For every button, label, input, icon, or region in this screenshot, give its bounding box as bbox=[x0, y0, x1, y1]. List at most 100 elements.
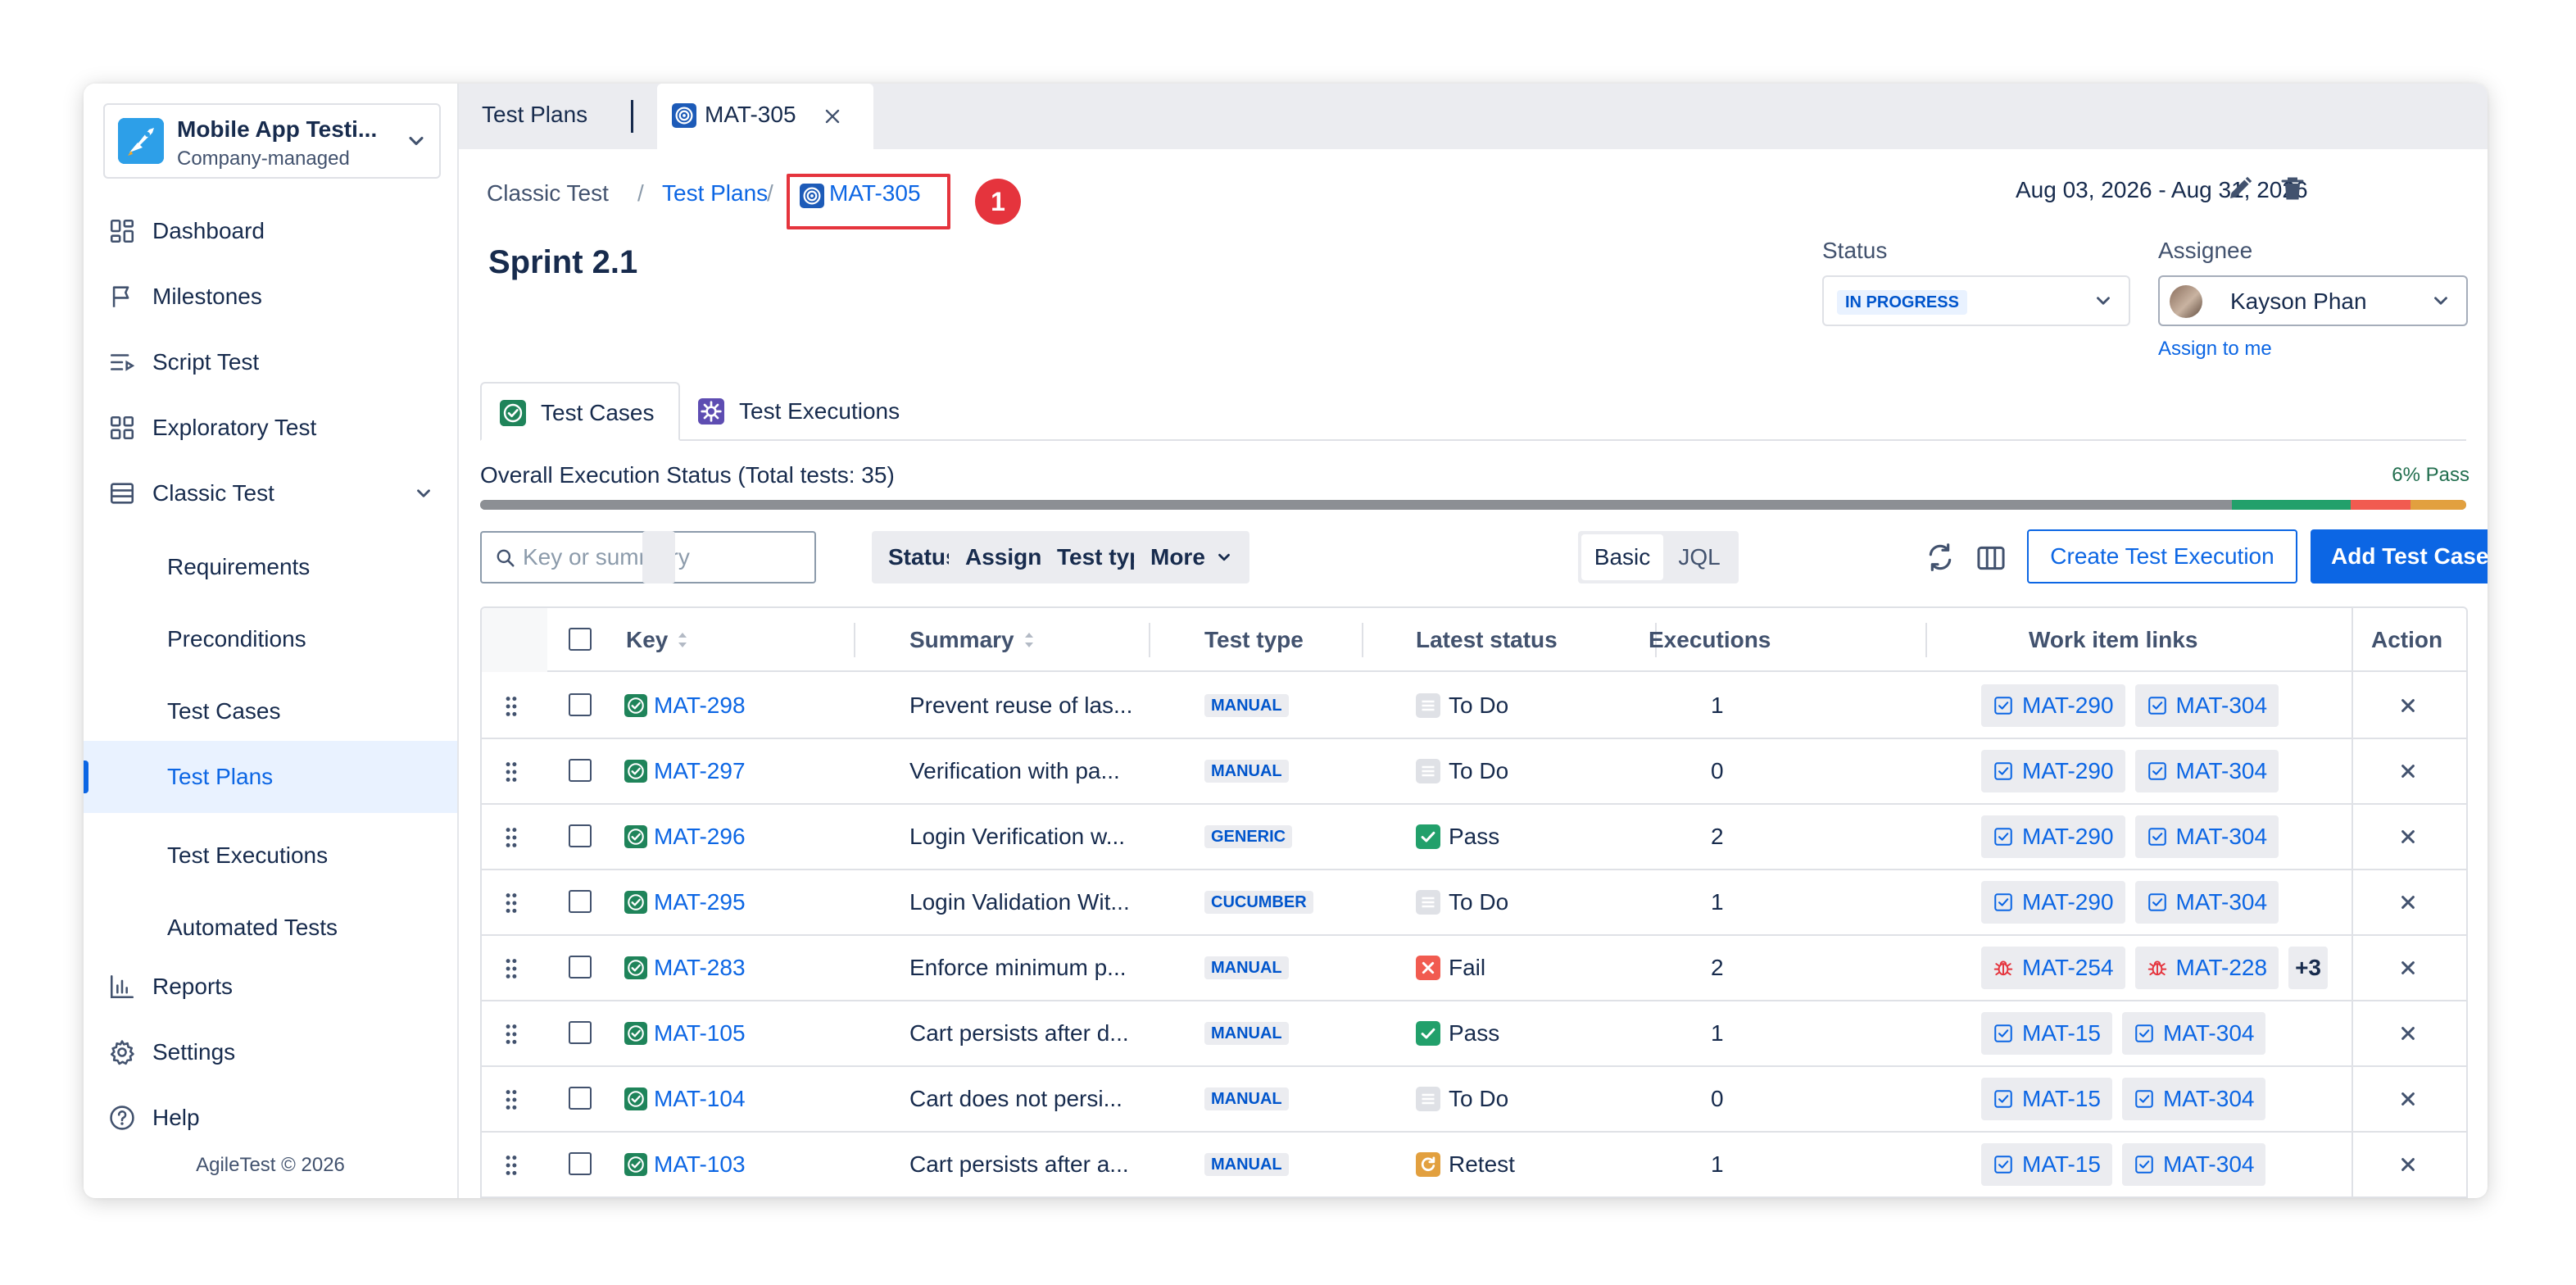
remove-icon[interactable] bbox=[2399, 1024, 2417, 1042]
work-item-link[interactable]: MAT-290 bbox=[1981, 815, 2125, 858]
row-checkbox[interactable] bbox=[569, 824, 592, 847]
row-checkbox[interactable] bbox=[569, 693, 592, 716]
drag-handle-icon[interactable] bbox=[505, 892, 518, 915]
refresh-icon[interactable] bbox=[1924, 541, 1957, 574]
tab-test-plans[interactable]: Test Plans bbox=[482, 102, 587, 128]
key-cell[interactable]: MAT-296 bbox=[624, 805, 746, 869]
table-row[interactable]: MAT-298 Prevent reuse of las... MANUAL To D… bbox=[482, 674, 2466, 739]
status-select[interactable]: IN PROGRESS bbox=[1822, 275, 2130, 326]
sidebar-item-classic-test[interactable]: Classic Test bbox=[84, 469, 457, 518]
test-case-key-link[interactable]: MAT-298 bbox=[654, 692, 746, 719]
work-item-link[interactable]: MAT-228 bbox=[2134, 947, 2279, 989]
test-case-key-link[interactable]: MAT-105 bbox=[654, 1020, 746, 1047]
assignee-select[interactable]: Kayson Phan bbox=[2158, 275, 2468, 326]
table-row[interactable]: MAT-103 Cart persists after a... MANUAL Ret… bbox=[482, 1133, 2466, 1198]
sidebar-item-exploratory-test[interactable]: Exploratory Test bbox=[84, 403, 457, 452]
remove-icon[interactable] bbox=[2399, 762, 2417, 780]
row-checkbox[interactable] bbox=[569, 956, 592, 979]
key-cell[interactable]: MAT-283 bbox=[624, 936, 746, 1000]
create-test-execution-button[interactable]: Create Test Execution bbox=[2027, 529, 2297, 583]
sidebar-item-test-plans[interactable]: Test Plans bbox=[84, 741, 457, 813]
remove-icon[interactable] bbox=[2399, 697, 2417, 715]
row-checkbox[interactable] bbox=[569, 759, 592, 782]
drag-handle-icon[interactable] bbox=[505, 1088, 518, 1111]
drag-handle-icon[interactable] bbox=[505, 1154, 518, 1177]
select-all-checkbox[interactable] bbox=[569, 628, 592, 651]
test-case-key-link[interactable]: MAT-295 bbox=[654, 889, 746, 915]
sidebar-item-preconditions[interactable]: Preconditions bbox=[84, 610, 457, 669]
column-header-key[interactable]: Key bbox=[626, 608, 689, 672]
sidebar-item-script-test[interactable]: Script Test bbox=[84, 338, 457, 387]
breadcrumb-current[interactable]: MAT-305 bbox=[829, 180, 921, 207]
remove-icon[interactable] bbox=[2399, 1090, 2417, 1108]
table-row[interactable]: MAT-295 Login Validation Wit... CUCUMBER To… bbox=[482, 870, 2466, 936]
sidebar-item-help[interactable]: Help bbox=[84, 1093, 457, 1142]
work-item-link[interactable]: MAT-290 bbox=[1981, 881, 2125, 924]
tab-test-executions[interactable]: Test Executions bbox=[698, 382, 944, 441]
row-checkbox[interactable] bbox=[569, 890, 592, 913]
columns-icon[interactable] bbox=[1975, 543, 2007, 574]
test-case-key-link[interactable]: MAT-104 bbox=[654, 1086, 746, 1112]
work-item-link[interactable]: MAT-290 bbox=[1981, 750, 2125, 792]
test-case-key-link[interactable]: MAT-103 bbox=[654, 1151, 746, 1178]
key-cell[interactable]: MAT-298 bbox=[624, 674, 746, 738]
work-item-link[interactable]: MAT-304 bbox=[2134, 684, 2279, 727]
drag-handle-icon[interactable] bbox=[505, 957, 518, 980]
test-case-key-link[interactable]: MAT-283 bbox=[654, 955, 746, 981]
work-item-link[interactable]: MAT-304 bbox=[2134, 750, 2279, 792]
column-header-summary[interactable]: Summary bbox=[909, 608, 1036, 672]
drag-handle-icon[interactable] bbox=[505, 1023, 518, 1046]
sidebar-item-test-executions[interactable]: Test Executions bbox=[84, 826, 457, 885]
row-checkbox[interactable] bbox=[569, 1021, 592, 1044]
add-test-cases-button[interactable]: Add Test Cases bbox=[2311, 529, 2488, 583]
table-row[interactable]: MAT-283 Enforce minimum p... MANUAL Fail 2 MA… bbox=[482, 936, 2466, 1001]
sidebar-item-milestones[interactable]: Milestones bbox=[84, 272, 457, 321]
pencil-icon[interactable] bbox=[2225, 174, 2255, 203]
sidebar-item-reports[interactable]: Reports bbox=[84, 962, 457, 1011]
key-cell[interactable]: MAT-297 bbox=[624, 739, 746, 803]
tab-test-cases[interactable]: Test Cases bbox=[480, 382, 680, 441]
drag-handle-icon[interactable] bbox=[505, 761, 518, 783]
close-icon[interactable] bbox=[821, 105, 844, 128]
remove-icon[interactable] bbox=[2399, 959, 2417, 977]
sidebar-item-dashboard[interactable]: Dashboard bbox=[84, 207, 457, 256]
more-filter-button[interactable]: More bbox=[1134, 531, 1249, 583]
breadcrumb-classic-test[interactable]: Classic Test bbox=[487, 180, 609, 207]
remove-icon[interactable] bbox=[2399, 828, 2417, 846]
table-row[interactable]: MAT-105 Cart persists after d... MANUAL Pas… bbox=[482, 1001, 2466, 1067]
table-row[interactable]: MAT-104 Cart does not persi... MANUAL To Do… bbox=[482, 1067, 2466, 1133]
sidebar-item-automated-tests[interactable]: Automated Tests bbox=[84, 898, 457, 957]
test-case-key-link[interactable]: MAT-296 bbox=[654, 824, 746, 850]
remove-icon[interactable] bbox=[2399, 893, 2417, 911]
work-item-link[interactable]: MAT-254 bbox=[1981, 947, 2125, 989]
key-cell[interactable]: MAT-103 bbox=[624, 1133, 746, 1196]
work-item-link[interactable]: MAT-15 bbox=[1981, 1012, 2112, 1055]
tab-mat-305[interactable]: MAT-305 bbox=[657, 84, 873, 149]
work-item-link[interactable]: MAT-290 bbox=[1981, 684, 2125, 727]
row-checkbox[interactable] bbox=[569, 1152, 592, 1175]
work-item-link[interactable]: MAT-304 bbox=[2121, 1143, 2266, 1186]
remove-icon[interactable] bbox=[2399, 1156, 2417, 1174]
drag-handle-icon[interactable] bbox=[505, 826, 518, 849]
basic-mode-button[interactable]: Basic bbox=[1581, 534, 1663, 580]
work-item-link[interactable]: MAT-15 bbox=[1981, 1143, 2112, 1186]
key-cell[interactable]: MAT-295 bbox=[624, 870, 746, 934]
work-item-link[interactable]: MAT-304 bbox=[2121, 1078, 2266, 1120]
trash-icon[interactable] bbox=[2278, 174, 2307, 203]
work-item-link[interactable]: MAT-304 bbox=[2134, 815, 2279, 858]
key-cell[interactable]: MAT-104 bbox=[624, 1067, 746, 1131]
assign-to-me-link[interactable]: Assign to me bbox=[2158, 338, 2272, 361]
breadcrumb-test-plans[interactable]: Test Plans bbox=[662, 180, 768, 207]
table-row[interactable]: MAT-296 Login Verification w... GENERIC Pas… bbox=[482, 805, 2466, 870]
sidebar-item-test-cases[interactable]: Test Cases bbox=[84, 682, 457, 741]
work-item-link[interactable]: MAT-304 bbox=[2134, 881, 2279, 924]
key-cell[interactable]: MAT-105 bbox=[624, 1001, 746, 1065]
work-item-link[interactable]: MAT-15 bbox=[1981, 1078, 2112, 1120]
jql-mode-button[interactable]: JQL bbox=[1663, 534, 1735, 580]
sidebar-item-requirements[interactable]: Requirements bbox=[84, 538, 457, 597]
work-item-link[interactable]: MAT-304 bbox=[2121, 1012, 2266, 1055]
test-case-key-link[interactable]: MAT-297 bbox=[654, 758, 746, 784]
project-switcher[interactable]: Mobile App Testi... Company-managed bbox=[103, 103, 441, 179]
more-links-chip[interactable]: +3 bbox=[2288, 947, 2328, 989]
table-row[interactable]: MAT-297 Verification with pa... MANUAL To D… bbox=[482, 739, 2466, 805]
